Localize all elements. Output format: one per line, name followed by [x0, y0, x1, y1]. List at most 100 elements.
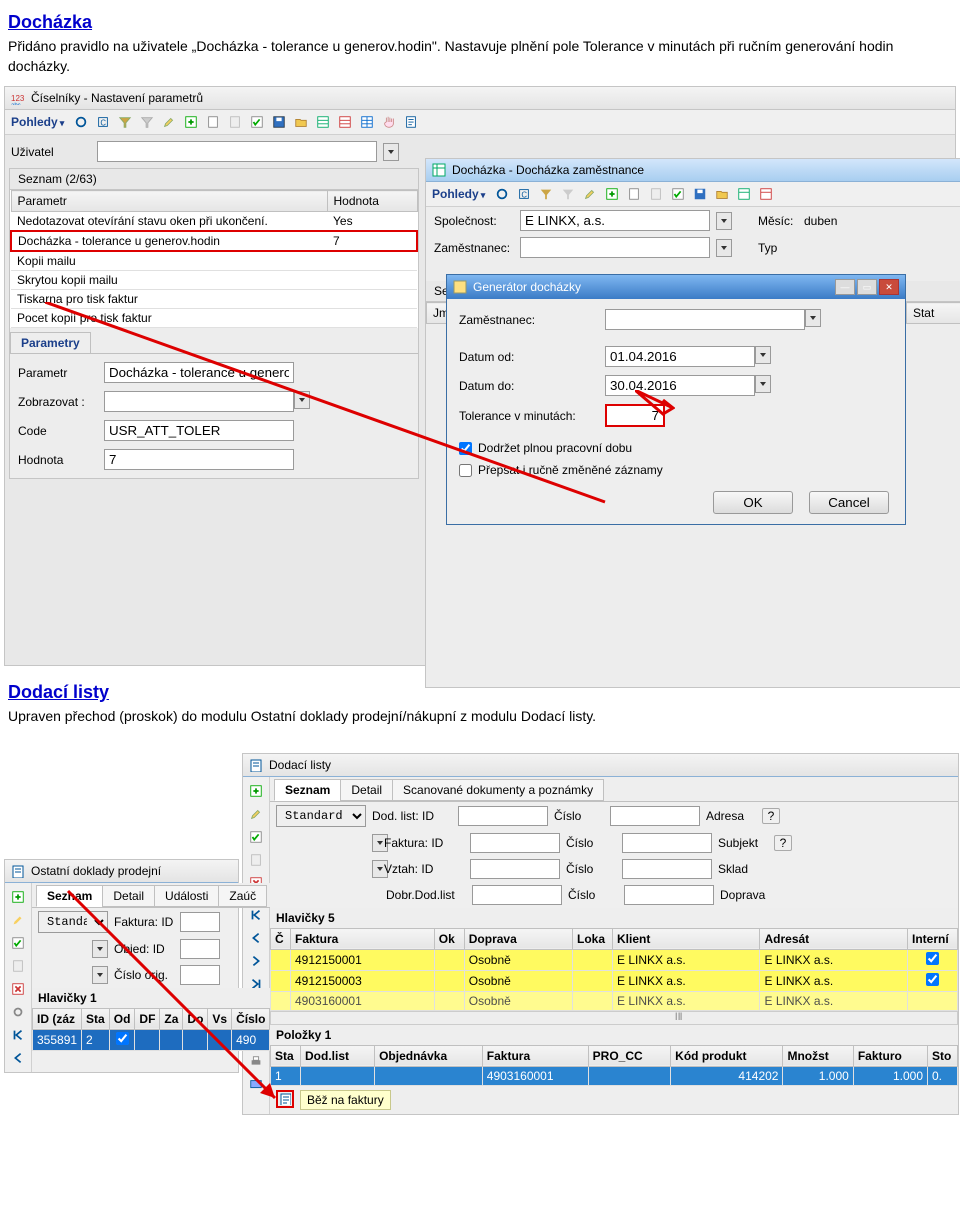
edit-icon[interactable] [581, 185, 599, 203]
col-cislo[interactable]: Číslo [232, 1008, 270, 1029]
dropdown-button[interactable] [755, 375, 771, 393]
table-row[interactable]: Kopii mailu [11, 251, 417, 271]
col-procc[interactable]: PRO_CC [588, 1045, 671, 1066]
table1-icon[interactable] [735, 185, 753, 203]
dropdown-button[interactable] [716, 212, 732, 230]
dlg-input-datum-do[interactable] [605, 375, 755, 396]
input-code[interactable] [104, 420, 294, 441]
grid-row-selected[interactable]: 355891 2 490 [33, 1029, 270, 1050]
std-select[interactable]: Standard [276, 805, 366, 827]
col-stat[interactable]: Stat [906, 303, 960, 324]
grid-row[interactable]: 4903160001OsobněE LINKX a.s.E LINKX a.s. [271, 991, 958, 1010]
odp-input-obj[interactable] [180, 939, 220, 959]
input-cislo-1[interactable] [610, 806, 700, 826]
edit-icon[interactable] [246, 804, 266, 824]
input-zobrazovat[interactable] [104, 391, 294, 412]
col-fakturo[interactable]: Fakturo [853, 1045, 927, 1066]
dropdown-button[interactable] [92, 966, 108, 984]
open-folder-icon[interactable] [713, 185, 731, 203]
tab-udalosti[interactable]: Události [154, 885, 219, 907]
maximize-button[interactable]: ▭ [857, 279, 877, 295]
input-cislo-3[interactable] [622, 859, 712, 879]
dlg-input-datum-od[interactable] [605, 346, 755, 367]
input-dobr[interactable] [472, 885, 562, 905]
col-loka[interactable]: Loka [573, 928, 613, 949]
col-hodnota[interactable]: Hodnota [327, 191, 417, 212]
odp-input-cislo[interactable] [180, 965, 220, 985]
dropdown-button[interactable] [805, 309, 821, 327]
add-icon[interactable] [182, 113, 200, 131]
tab-scan[interactable]: Scanované dokumenty a poznámky [392, 779, 604, 801]
odp-std-select[interactable]: Standard [38, 911, 108, 933]
col-sta[interactable]: Sta [271, 1045, 301, 1066]
col-adresat[interactable]: Adresát [760, 928, 908, 949]
grid-row[interactable]: 4912150001OsobněE LINKX a.s.E LINKX a.s. [271, 949, 958, 970]
col-obj[interactable]: Objednávka [375, 1045, 483, 1066]
col-do[interactable]: Do [183, 1008, 208, 1029]
col-interni[interactable]: Interní [908, 928, 958, 949]
col-sto[interactable]: Sto [928, 1045, 958, 1066]
save-icon[interactable] [270, 113, 288, 131]
check-icon[interactable] [8, 933, 28, 953]
tab-detail[interactable]: Detail [340, 779, 393, 801]
grid-row-selected[interactable]: 1 4903160001 414202 1.000 1.000 0. [271, 1066, 958, 1085]
lookup-button[interactable]: ? [762, 808, 780, 824]
edit-icon[interactable] [160, 113, 178, 131]
funnel-icon[interactable] [116, 113, 134, 131]
doc-detail-icon[interactable] [402, 113, 420, 131]
dropdown-button[interactable] [294, 391, 310, 409]
add-icon[interactable] [603, 185, 621, 203]
clear-filter-icon[interactable]: C [94, 113, 112, 131]
input-vztah-id[interactable] [470, 859, 560, 879]
input-parametr[interactable] [104, 362, 294, 383]
first-icon[interactable] [8, 1025, 28, 1045]
col-mnozst[interactable]: Množst [783, 1045, 853, 1066]
clear-icon[interactable]: C [515, 185, 533, 203]
col-klient[interactable]: Klient [613, 928, 760, 949]
doc-detail-icon[interactable] [276, 1090, 294, 1108]
pohledy-dropdown-2[interactable]: Pohledy▾ [432, 187, 485, 201]
col-parametr[interactable]: Parametr [11, 191, 327, 212]
minimize-button[interactable]: — [835, 279, 855, 295]
screen-icon[interactable] [246, 1075, 266, 1095]
edit-icon[interactable] [8, 910, 28, 930]
delete-icon[interactable] [8, 979, 28, 999]
table3-icon[interactable] [358, 113, 376, 131]
dlg-input-zam[interactable] [605, 309, 805, 330]
check-icon[interactable] [248, 113, 266, 131]
dropdown-button[interactable] [383, 143, 399, 161]
col-c[interactable]: Č [271, 928, 291, 949]
doc-icon[interactable] [204, 113, 222, 131]
table1-icon[interactable] [314, 113, 332, 131]
gear-icon[interactable] [8, 1002, 28, 1022]
col-id[interactable]: ID (záz [33, 1008, 82, 1029]
col-za[interactable]: Za [160, 1008, 183, 1029]
uzivatel-input[interactable] [97, 141, 377, 162]
funnel-icon[interactable] [537, 185, 555, 203]
doc-icon[interactable] [625, 185, 643, 203]
dropdown-button[interactable] [92, 940, 108, 958]
col-od[interactable]: Od [109, 1008, 135, 1029]
table2-icon[interactable] [336, 113, 354, 131]
col-faktura[interactable]: Faktura [482, 1045, 588, 1066]
input-spolecnost[interactable] [520, 210, 710, 231]
chk-dodrzet[interactable] [459, 442, 472, 455]
tab-detail[interactable]: Detail [102, 885, 155, 907]
table2-icon[interactable] [757, 185, 775, 203]
col-df[interactable]: DF [135, 1008, 160, 1029]
lookup-button[interactable]: ? [774, 835, 792, 851]
hand-icon[interactable] [380, 113, 398, 131]
dropdown-button[interactable] [755, 346, 771, 364]
col-dodlist[interactable]: Dod.list [301, 1045, 375, 1066]
table-row-highlighted[interactable]: Docházka - tolerance u generov.hodin7 [11, 231, 417, 251]
col-faktura[interactable]: Faktura [291, 928, 435, 949]
col-sta[interactable]: Sta [82, 1008, 110, 1029]
cancel-button[interactable]: Cancel [809, 491, 889, 514]
open-folder-icon[interactable] [292, 113, 310, 131]
refresh-icon[interactable] [72, 113, 90, 131]
dropdown-button[interactable] [716, 239, 732, 257]
input-zamestnanec[interactable] [520, 237, 710, 258]
refresh-icon[interactable] [493, 185, 511, 203]
input-cislo-4[interactable] [624, 885, 714, 905]
add-icon[interactable] [8, 887, 28, 907]
